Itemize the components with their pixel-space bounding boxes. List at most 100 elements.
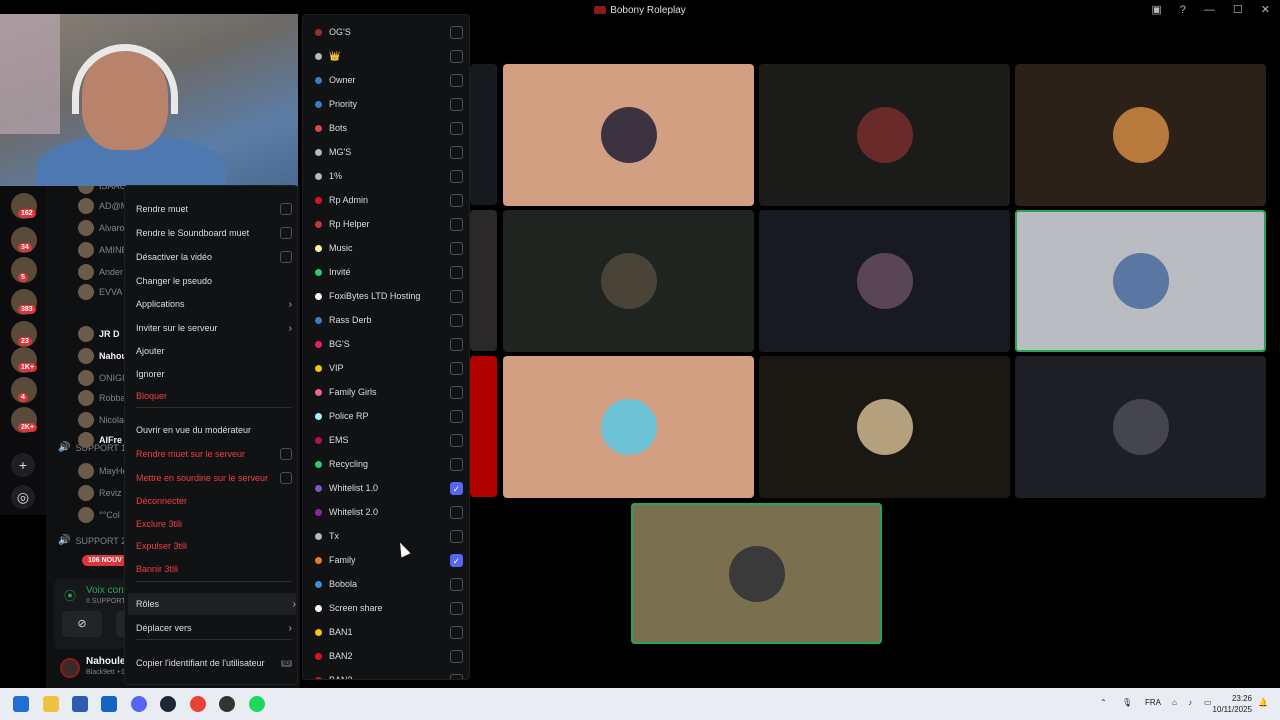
role-checkbox[interactable]	[450, 529, 463, 543]
role-checkbox[interactable]	[450, 457, 463, 471]
role-option[interactable]: Police RP	[315, 408, 463, 424]
role-option[interactable]: 👑	[315, 48, 463, 64]
camera-off-button[interactable]: ⊘	[62, 611, 102, 637]
menu-item-timeout[interactable]: Exclure 3tili	[136, 516, 292, 532]
role-option[interactable]: BG'S	[315, 336, 463, 352]
maximize-button[interactable]: ☐	[1233, 3, 1243, 16]
voice-member[interactable]: °°Col	[78, 505, 120, 525]
role-checkbox[interactable]	[450, 601, 463, 615]
voice-member[interactable]: AlFre	[78, 430, 122, 450]
video-tile[interactable]	[759, 356, 1010, 498]
battery-icon[interactable]: ▭	[1204, 698, 1212, 707]
role-checkbox[interactable]	[450, 505, 463, 519]
menu-item-server-deafen[interactable]: Mettre en sourdine sur le serveur	[136, 470, 292, 486]
role-checkbox[interactable]	[450, 97, 463, 111]
role-option[interactable]: Whitelist 1.0 ✓	[315, 480, 463, 496]
role-option[interactable]: Invité	[315, 264, 463, 280]
microphone-icon[interactable]: 🎙	[1122, 698, 1132, 707]
role-checkbox[interactable]: ✓	[450, 553, 463, 567]
role-option[interactable]: BAN3	[315, 672, 463, 679]
role-checkbox[interactable]	[450, 409, 463, 423]
role-option[interactable]: Rp Helper	[315, 216, 463, 232]
role-checkbox[interactable]	[450, 241, 463, 255]
video-tile[interactable]	[759, 210, 1010, 352]
voice-member[interactable]: AD@M	[78, 196, 128, 216]
role-option[interactable]: Priority	[315, 96, 463, 112]
role-checkbox[interactable]	[450, 649, 463, 663]
voice-member[interactable]: EVVA	[78, 282, 122, 302]
clock[interactable]: 23:26 10/11/2025	[1213, 693, 1252, 715]
role-option[interactable]: VIP	[315, 360, 463, 376]
volume-icon[interactable]: ♪	[1188, 698, 1192, 707]
menu-item-server-mute[interactable]: Rendre muet sur le serveur	[136, 446, 292, 462]
role-checkbox[interactable]	[450, 169, 463, 183]
role-checkbox[interactable]	[450, 313, 463, 327]
avatar[interactable]	[60, 658, 80, 678]
minimize-button[interactable]: —	[1204, 4, 1215, 16]
role-checkbox[interactable]	[450, 145, 463, 159]
chevron-up-icon[interactable]: ⌃	[1100, 698, 1107, 707]
menu-item-block[interactable]: Bloquer	[136, 388, 292, 404]
menu-item-disable-video[interactable]: Désactiver la vidéo	[136, 249, 292, 265]
menu-item-mute[interactable]: Rendre muet	[136, 201, 292, 217]
voice-member[interactable]: AMINE	[78, 240, 128, 260]
voice-member[interactable]: JR D	[78, 324, 120, 344]
help-icon[interactable]: ?	[1180, 4, 1186, 16]
menu-item-ignore[interactable]: Ignorer	[136, 366, 292, 382]
role-checkbox[interactable]	[450, 265, 463, 279]
video-tile[interactable]	[503, 210, 754, 352]
role-option[interactable]: BAN1	[315, 624, 463, 640]
voice-channel[interactable]: 🔊 SUPPORT 2	[58, 535, 126, 546]
role-checkbox[interactable]	[450, 337, 463, 351]
role-option[interactable]: Bots	[315, 120, 463, 136]
add-server-icon[interactable]: +	[11, 453, 35, 477]
role-checkbox[interactable]	[450, 73, 463, 87]
role-option[interactable]: EMS	[315, 432, 463, 448]
checkbox[interactable]	[280, 203, 292, 215]
checkbox[interactable]	[280, 472, 292, 484]
role-option[interactable]: Screen share	[315, 600, 463, 616]
chrome-icon[interactable]	[190, 696, 206, 712]
role-checkbox[interactable]	[450, 121, 463, 135]
notification-bell-icon[interactable]: 🔔	[1258, 698, 1268, 707]
video-tile[interactable]	[470, 64, 497, 205]
role-checkbox[interactable]	[450, 673, 463, 679]
role-checkbox[interactable]	[450, 217, 463, 231]
role-option[interactable]: 1%	[315, 168, 463, 184]
inbox-icon[interactable]: ▣	[1151, 3, 1161, 16]
role-option[interactable]: Family ✓	[315, 552, 463, 568]
store-icon[interactable]	[72, 696, 88, 712]
voice-member[interactable]: Alvaro	[78, 218, 125, 238]
close-button[interactable]: ✕	[1261, 3, 1270, 16]
outlook-icon[interactable]	[101, 696, 117, 712]
role-option[interactable]: Bobola	[315, 576, 463, 592]
voice-member[interactable]: Robba	[78, 388, 126, 408]
new-messages-pill[interactable]: 106 NOUV	[82, 555, 128, 566]
voice-member[interactable]: Nicola	[78, 410, 124, 430]
role-checkbox[interactable]	[450, 25, 463, 39]
role-checkbox[interactable]	[450, 361, 463, 375]
menu-item-roles[interactable]: Rôles ›	[128, 593, 296, 615]
role-checkbox[interactable]	[450, 193, 463, 207]
menu-item-applications[interactable]: Applications ›	[136, 296, 292, 312]
menu-item-move-to[interactable]: Déplacer vers ›	[136, 620, 292, 636]
role-option[interactable]: BAN2	[315, 648, 463, 664]
windows-start-icon[interactable]	[13, 696, 29, 712]
obs-icon[interactable]	[219, 696, 235, 712]
voice-member[interactable]: Reviz	[78, 483, 122, 503]
menu-item-change-nickname[interactable]: Changer le pseudo	[136, 273, 292, 289]
menu-item-copy-user-id[interactable]: Copier l'identifiant de l'utilisateur ID	[136, 655, 292, 671]
discover-icon[interactable]: ◎	[11, 485, 35, 509]
steam-icon[interactable]	[160, 696, 176, 712]
network-icon[interactable]: ⌂	[1172, 698, 1177, 707]
video-tile[interactable]	[470, 210, 497, 351]
menu-item-mute-soundboard[interactable]: Rendre le Soundboard muet	[136, 225, 292, 241]
role-option[interactable]: Music	[315, 240, 463, 256]
menu-item-disconnect[interactable]: Déconnecter	[136, 493, 292, 509]
menu-item-ban[interactable]: Bannir 3tili	[136, 561, 292, 577]
role-checkbox[interactable]	[450, 49, 463, 63]
video-tile[interactable]	[470, 356, 497, 497]
role-option[interactable]: Recycling	[315, 456, 463, 472]
role-option[interactable]: Family Girls	[315, 384, 463, 400]
video-tile[interactable]	[631, 503, 882, 644]
